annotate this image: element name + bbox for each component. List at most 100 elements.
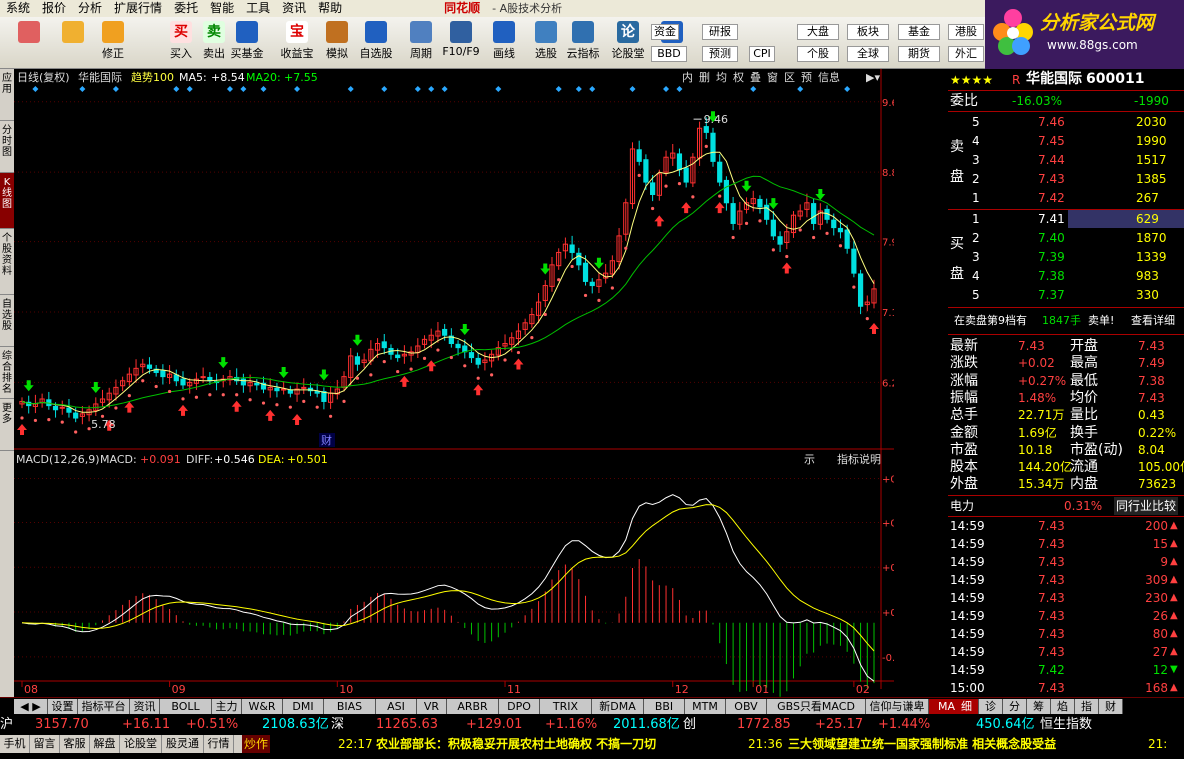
chart-tool-8[interactable]: 信息	[818, 70, 840, 84]
bid-price[interactable]: 7.40	[1038, 229, 1065, 247]
chart-tool-0[interactable]: 内	[682, 70, 693, 84]
menu-item-4[interactable]: 委托	[168, 0, 204, 17]
toolbar-btn-9[interactable]: 周期	[400, 21, 442, 61]
indicator-help-link[interactable]: 指标说明	[837, 452, 881, 466]
indicator-tab-15[interactable]: MTM	[685, 699, 726, 714]
toolbar-btn-10[interactable]: F10/F9	[440, 21, 482, 58]
menu-item-3[interactable]: 扩展行情	[108, 0, 168, 17]
toolbar-btn-1[interactable]	[52, 21, 94, 45]
toolbar-btn-14[interactable]: 论论股堂	[607, 21, 649, 61]
news-tab-0[interactable]: 手机	[0, 735, 30, 753]
leftbar-item-0[interactable]: 应用	[0, 69, 14, 121]
indicator-tab-6[interactable]: DMI	[283, 699, 324, 714]
ask-price[interactable]: 7.46	[1038, 113, 1065, 131]
leftbar-item-4[interactable]: 自选股	[0, 295, 14, 347]
toolbar-small-4[interactable]: CPI	[749, 46, 775, 62]
ask-price[interactable]: 7.44	[1038, 151, 1065, 169]
toolbar-small-10[interactable]: 全球	[847, 46, 889, 62]
big-order-detail-link[interactable]: 查看详细	[1131, 312, 1175, 330]
bid-price[interactable]: 7.37	[1038, 286, 1065, 304]
leftbar-item-5[interactable]: 综合排名	[0, 347, 14, 399]
panel-tab-2[interactable]: 分	[1003, 699, 1027, 714]
macd-icon[interactable]: 示	[804, 453, 815, 466]
toolbar-small-8[interactable]: 港股	[948, 24, 984, 40]
toolbar-btn-5[interactable]: 买基金	[226, 21, 268, 61]
indicator-tab-3[interactable]: BOLL	[160, 699, 212, 714]
toolbar-btn-0[interactable]	[8, 21, 50, 45]
indicator-tab-11[interactable]: DPO	[499, 699, 540, 714]
indicator-tab-0[interactable]: 设置	[48, 699, 78, 714]
chart-tool-5[interactable]: 窗	[767, 70, 778, 84]
chart-tool-expand-icon[interactable]: ▶▾	[866, 71, 880, 84]
chart-tool-2[interactable]: 均	[716, 71, 727, 84]
indicator-tab-1[interactable]: 指标平台	[78, 699, 130, 714]
toolbar-small-5[interactable]: 大盘	[797, 24, 839, 40]
toolbar-small-9[interactable]: 个股	[797, 46, 839, 62]
indicator-tab-18[interactable]: 信仰与谦卑	[866, 699, 929, 714]
toolbar-btn-13[interactable]: 云指标	[562, 21, 604, 61]
leftbar-item-6[interactable]: 更多	[0, 399, 14, 451]
menu-item-6[interactable]: 工具	[240, 0, 276, 17]
indicator-tab-5[interactable]: W&R	[242, 699, 283, 714]
toolbar-btn-12[interactable]: 选股	[525, 21, 567, 61]
news-tab-2[interactable]: 客服	[60, 735, 90, 753]
chart-tool-7[interactable]: 预	[801, 71, 812, 84]
toolbar-small-6[interactable]: 板块	[847, 24, 889, 40]
chart-tool-4[interactable]: 叠	[750, 71, 761, 84]
news2-link[interactable]: 三大领域望建立统一国家强制标准 相关概念股受益	[788, 735, 1056, 753]
toolbar-btn-6[interactable]: 宝收益宝	[276, 21, 318, 61]
finance-marker-label[interactable]: 财	[321, 433, 332, 447]
panel-tab-1[interactable]: 诊	[979, 699, 1003, 714]
toolbar-btn-8[interactable]: 自选股	[355, 21, 397, 61]
news-tab-4[interactable]: 论股堂	[120, 735, 162, 753]
kline-chart-area[interactable]: 日线(复权) 华能国际 趋势100 MA5: +8.54 MA20: +7.55 内删均权叠窗…	[14, 69, 919, 697]
menu-item-0[interactable]: 系统	[0, 0, 36, 17]
indicator-tab-17[interactable]: GBS只看MACD	[767, 699, 866, 714]
leftbar-item-3[interactable]: 个股资料	[0, 229, 14, 295]
indicator-tab-14[interactable]: BBI	[644, 699, 685, 714]
indicator-tab-13[interactable]: 新DMA	[592, 699, 644, 714]
news-tab-1[interactable]: 留言	[30, 735, 60, 753]
toolbar-small-11[interactable]: 期货	[898, 46, 940, 62]
news-tab-3[interactable]: 解盘	[90, 735, 120, 753]
chart-tool-1[interactable]: 删	[699, 71, 710, 84]
toolbar-small-12[interactable]: 外汇	[948, 46, 984, 62]
menu-item-1[interactable]: 报价	[36, 0, 72, 17]
indicator-tab-12[interactable]: TRIX	[540, 699, 592, 714]
ask-price[interactable]: 7.42	[1038, 189, 1065, 207]
toolbar-btn-7[interactable]: 模拟	[316, 21, 358, 61]
sector-compare-link[interactable]: 同行业比较	[1114, 497, 1179, 515]
toolbar-btn-2[interactable]: 修正	[92, 21, 134, 61]
panel-tab-4[interactable]: 焰	[1051, 699, 1075, 714]
toolbar-small-3[interactable]: 预测	[702, 46, 738, 62]
panel-tab-6[interactable]: 财	[1099, 699, 1123, 714]
indicator-tab-8[interactable]: ASI	[376, 699, 417, 714]
indicator-tab-10[interactable]: ARBR	[447, 699, 499, 714]
menu-item-8[interactable]: 帮助	[312, 0, 348, 17]
indicator-tab-2[interactable]: 资讯	[130, 699, 160, 714]
news1-link[interactable]: 农业部部长：积极稳妥开展农村土地确权 不搞一刀切	[376, 735, 656, 753]
tab-scroll-arrows[interactable]: ◀ ▶	[14, 699, 48, 714]
news-tab-6[interactable]: 行情	[204, 735, 234, 753]
ask-price[interactable]: 7.45	[1038, 132, 1065, 150]
bid-price[interactable]: 7.41	[1038, 210, 1065, 228]
panel-tab-5[interactable]: 指	[1075, 699, 1099, 714]
toolbar-small-2[interactable]: BBD	[651, 46, 687, 62]
bid-price[interactable]: 7.38	[1038, 267, 1065, 285]
indicator-tab-7[interactable]: BIAS	[324, 699, 376, 714]
toolbar-small-0[interactable]: 资金	[651, 24, 679, 40]
panel-tab-0[interactable]: 细	[955, 699, 979, 714]
chart-tool-6[interactable]: 区	[784, 71, 795, 84]
toolbar-small-1[interactable]: 研报	[702, 24, 738, 40]
bid-price[interactable]: 7.39	[1038, 248, 1065, 266]
indicator-tab-16[interactable]: OBV	[726, 699, 767, 714]
indicator-tab-9[interactable]: VR	[417, 699, 447, 714]
toolbar-small-7[interactable]: 基金	[898, 24, 940, 40]
ask-price[interactable]: 7.43	[1038, 170, 1065, 188]
panel-tab-3[interactable]: 筹	[1027, 699, 1051, 714]
menu-item-2[interactable]: 分析	[72, 0, 108, 17]
chart-tool-3[interactable]: 权	[733, 71, 744, 84]
leftbar-item-2[interactable]: K线图	[0, 173, 14, 229]
toolbar-btn-11[interactable]: 画线	[483, 21, 525, 61]
menu-item-5[interactable]: 智能	[204, 0, 240, 17]
